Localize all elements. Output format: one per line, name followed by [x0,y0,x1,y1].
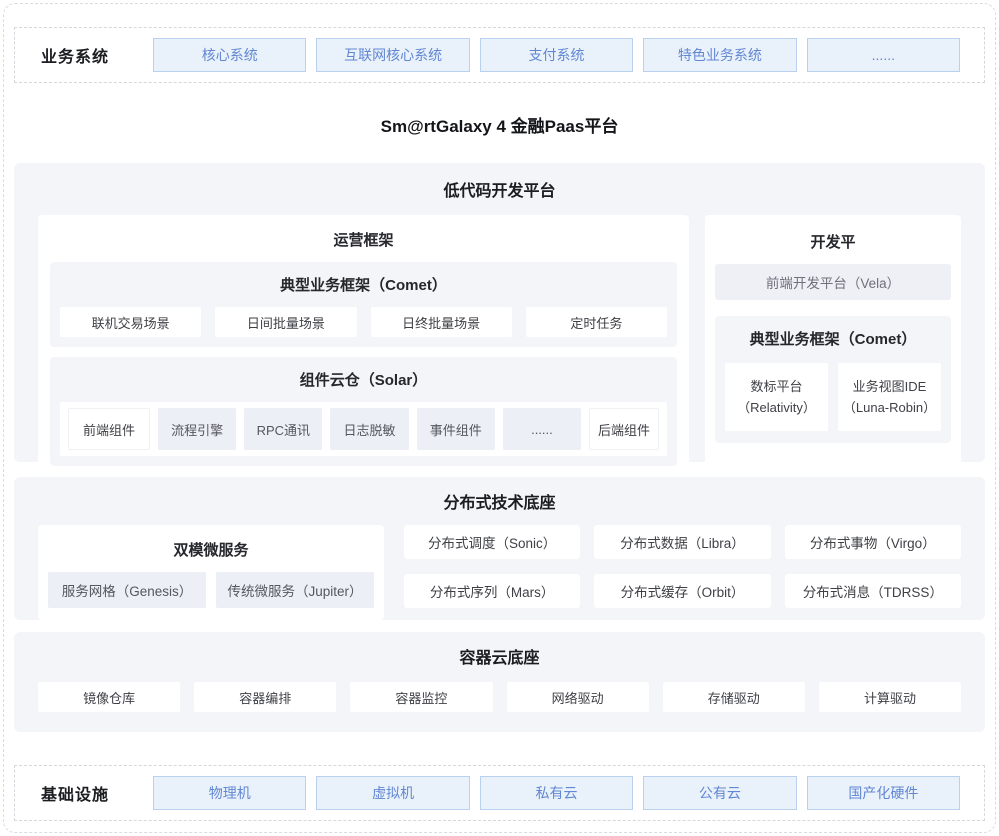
chip-daytime-batch-scene: 日间批量场景 [215,307,356,337]
container-cloud-title: 容器云底座 [38,644,961,668]
business-systems-row: 业务系统 核心系统 互联网核心系统 支付系统 特色业务系统 ...... [14,27,985,83]
chip-process-engine: 流程引擎 [158,408,236,450]
chip-public-cloud: 公有云 [643,776,796,810]
business-systems-items: 核心系统 互联网核心系统 支付系统 特色业务系统 ...... [153,38,960,72]
architecture-diagram: 业务系统 核心系统 互联网核心系统 支付系统 特色业务系统 ...... Sm@… [0,0,999,836]
chip-relativity-code: （Relativity） [737,397,816,418]
lowcode-body: 运营框架 典型业务框架（Comet） 联机交易场景 日间批量场景 日终批量场景 … [38,215,961,476]
chip-internet-core-system: 互联网核心系统 [316,38,469,72]
distributed-body: 双模微服务 服务网格（Genesis） 传统微服务（Jupiter） 分布式调度… [38,525,961,620]
dev-comet-items: 数标平台 （Relativity） 业务视图IDE （Luna-Robin） [725,363,941,431]
chip-libra-data: 分布式数据（Libra） [594,525,770,559]
chip-luna-robin-ide: 业务视图IDE （Luna-Robin） [838,363,941,431]
chip-endofday-batch-scene: 日终批量场景 [371,307,512,337]
chip-frontend-component: 前端组件 [68,408,150,450]
chip-scheduled-task: 定时任务 [526,307,667,337]
lowcode-platform-title: 低代码开发平台 [38,177,961,201]
chip-private-cloud: 私有云 [480,776,633,810]
chip-sonic-scheduling: 分布式调度（Sonic） [404,525,580,559]
comet-framework-title: 典型业务框架（Comet） [60,274,667,295]
chip-container-orchestration: 容器编排 [194,682,336,712]
diagram-content: 业务系统 核心系统 互联网核心系统 支付系统 特色业务系统 ...... Sm@… [14,27,985,821]
chip-backend-component: 后端组件 [589,408,659,450]
chip-relativity-platform: 数标平台 （Relativity） [725,363,828,431]
dual-mode-microservice-box: 双模微服务 服务网格（Genesis） 传统微服务（Jupiter） [38,525,384,620]
infrastructure-label: 基础设施 [41,781,153,805]
business-systems-label: 业务系统 [41,43,153,67]
chip-event-component: 事件组件 [417,408,495,450]
chip-storage-driver: 存储驱动 [663,682,805,712]
chip-relativity-name: 数标平台 [750,376,802,397]
chip-genesis-service-mesh: 服务网格（Genesis） [48,572,206,608]
chip-tdrss-messaging: 分布式消息（TDRSS） [785,574,961,608]
chip-special-business-system: 特色业务系统 [643,38,796,72]
comet-items-row: 联机交易场景 日间批量场景 日终批量场景 定时任务 [60,307,667,337]
chip-core-system: 核心系统 [153,38,306,72]
container-cloud-items: 镜像仓库 容器编排 容器监控 网络驱动 存储驱动 计算驱动 [38,682,961,712]
solar-warehouse-box: 组件云仓（Solar） 前端组件 流程引擎 RPC通讯 日志脱敏 事件组件 ..… [50,357,677,466]
operation-framework-box: 运营框架 典型业务框架（Comet） 联机交易场景 日间批量场景 日终批量场景 … [38,215,689,476]
chip-log-masking: 日志脱敏 [330,408,408,450]
chip-domestic-hardware: 国产化硬件 [807,776,960,810]
distributed-base-panel: 分布式技术底座 双模微服务 服务网格（Genesis） 传统微服务（Jupite… [14,477,985,620]
chip-network-driver: 网络驱动 [507,682,649,712]
distributed-base-title: 分布式技术底座 [38,489,961,513]
solar-warehouse-title: 组件云仓（Solar） [60,369,667,390]
chip-ellipsis: ...... [807,38,960,72]
dev-platform-title: 开发平 [715,231,951,252]
operation-framework-title: 运营框架 [50,229,677,250]
chip-luna-robin-code: （Luna-Robin） [843,397,936,418]
solar-items-row: 前端组件 流程引擎 RPC通讯 日志脱敏 事件组件 ...... 后端组件 [60,402,667,456]
infrastructure-items: 物理机 虚拟机 私有云 公有云 国产化硬件 [153,776,960,810]
infrastructure-row: 基础设施 物理机 虚拟机 私有云 公有云 国产化硬件 [14,765,985,821]
platform-title: Sm@rtGalaxy 4 金融Paas平台 [14,117,985,137]
chip-image-registry: 镜像仓库 [38,682,180,712]
chip-solar-ellipsis: ...... [503,408,581,450]
dev-comet-title: 典型业务框架（Comet） [725,328,941,349]
lowcode-platform-panel: 低代码开发平台 运营框架 典型业务框架（Comet） 联机交易场景 日间批量场景… [14,163,985,462]
container-cloud-panel: 容器云底座 镜像仓库 容器编排 容器监控 网络驱动 存储驱动 计算驱动 [14,632,985,732]
dual-mode-title: 双模微服务 [48,539,374,560]
chip-mars-sequence: 分布式序列（Mars） [404,574,580,608]
dual-mode-items: 服务网格（Genesis） 传统微服务（Jupiter） [48,572,374,608]
chip-luna-robin-name: 业务视图IDE [853,376,927,397]
dev-comet-box: 典型业务框架（Comet） 数标平台 （Relativity） 业务视图IDE … [715,316,951,443]
chip-vela-frontend-platform: 前端开发平台（Vela） [715,264,951,300]
chip-rpc-comm: RPC通讯 [244,408,322,450]
chip-payment-system: 支付系统 [480,38,633,72]
chip-container-monitoring: 容器监控 [350,682,492,712]
comet-framework-box: 典型业务框架（Comet） 联机交易场景 日间批量场景 日终批量场景 定时任务 [50,262,677,347]
dev-platform-box: 开发平 前端开发平台（Vela） 典型业务框架（Comet） 数标平台 （Rel… [705,215,961,476]
distributed-grid: 分布式调度（Sonic） 分布式数据（Libra） 分布式事物（Virgo） 分… [404,525,961,620]
chip-virtual-machine: 虚拟机 [316,776,469,810]
chip-online-trading-scene: 联机交易场景 [60,307,201,337]
chip-orbit-cache: 分布式缓存（Orbit） [594,574,770,608]
chip-physical-machine: 物理机 [153,776,306,810]
chip-virgo-transaction: 分布式事物（Virgo） [785,525,961,559]
chip-jupiter-microservice: 传统微服务（Jupiter） [216,572,374,608]
chip-compute-driver: 计算驱动 [819,682,961,712]
